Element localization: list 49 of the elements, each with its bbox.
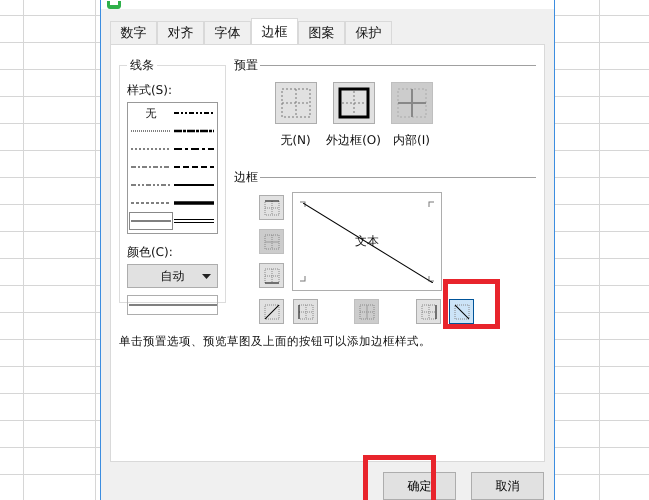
border-button[interactable]: [416, 299, 441, 324]
color-dropdown[interactable]: 自动: [127, 264, 218, 288]
tab[interactable]: 图案: [298, 21, 345, 44]
field-label: 颜色(C):: [127, 244, 174, 261]
line-sample-icon: [174, 199, 214, 207]
border-grid-icon: [418, 302, 438, 322]
preview-text: 文本: [355, 233, 379, 250]
border-grid-icon: [338, 87, 370, 119]
hint-text: 单击预置选项、预览草图及上面的按钮可以添加边框样式。: [119, 334, 432, 349]
group-title: 线条: [129, 57, 155, 74]
border-grid-icon: [452, 302, 472, 322]
border-grid-icon: [356, 302, 376, 322]
border-button[interactable]: [449, 299, 474, 324]
border-button[interactable]: [293, 299, 318, 324]
line-style-option[interactable]: 无: [129, 104, 172, 122]
field-label: 样式(S):: [127, 82, 174, 99]
line-sample-icon: [128, 303, 216, 307]
line-sample-icon: [174, 127, 214, 135]
border-grid-icon: [262, 302, 282, 322]
border-button[interactable]: [259, 299, 284, 324]
border-button[interactable]: [259, 263, 284, 288]
line-style-option[interactable]: [129, 212, 172, 230]
border-preview[interactable]: 文本: [292, 192, 442, 291]
dialog-button[interactable]: 取消: [471, 472, 544, 500]
preset-label: 外边框(O): [326, 132, 381, 149]
border-grid-icon: [262, 232, 282, 252]
border-grid-icon: [296, 302, 316, 322]
section-title: 边框: [234, 169, 258, 186]
preset-button[interactable]: [332, 82, 374, 124]
preset-label: 无(N): [280, 132, 311, 149]
tab[interactable]: 边框: [251, 18, 298, 44]
line-sample-icon: [174, 217, 214, 225]
border-button[interactable]: [259, 195, 284, 220]
section-title: 预置: [234, 57, 258, 74]
caret-icon: [202, 274, 211, 279]
tab[interactable]: 保护: [345, 21, 392, 44]
line-sample-icon: [174, 109, 214, 117]
dialog-button[interactable]: 确定: [383, 472, 456, 500]
tab[interactable]: 字体: [204, 21, 251, 44]
tab[interactable]: 数字: [110, 21, 157, 44]
border-grid-icon: [262, 266, 282, 286]
line-sample-icon: [174, 145, 214, 153]
line-sample-icon: [174, 163, 214, 171]
border-grid-icon: [262, 198, 282, 218]
border-grid-icon: [396, 87, 428, 119]
tab[interactable]: 对齐: [157, 21, 204, 44]
border-grid-icon: [280, 87, 312, 119]
line-sample-icon: [174, 181, 214, 189]
preset-label: 内部(I): [393, 132, 430, 149]
